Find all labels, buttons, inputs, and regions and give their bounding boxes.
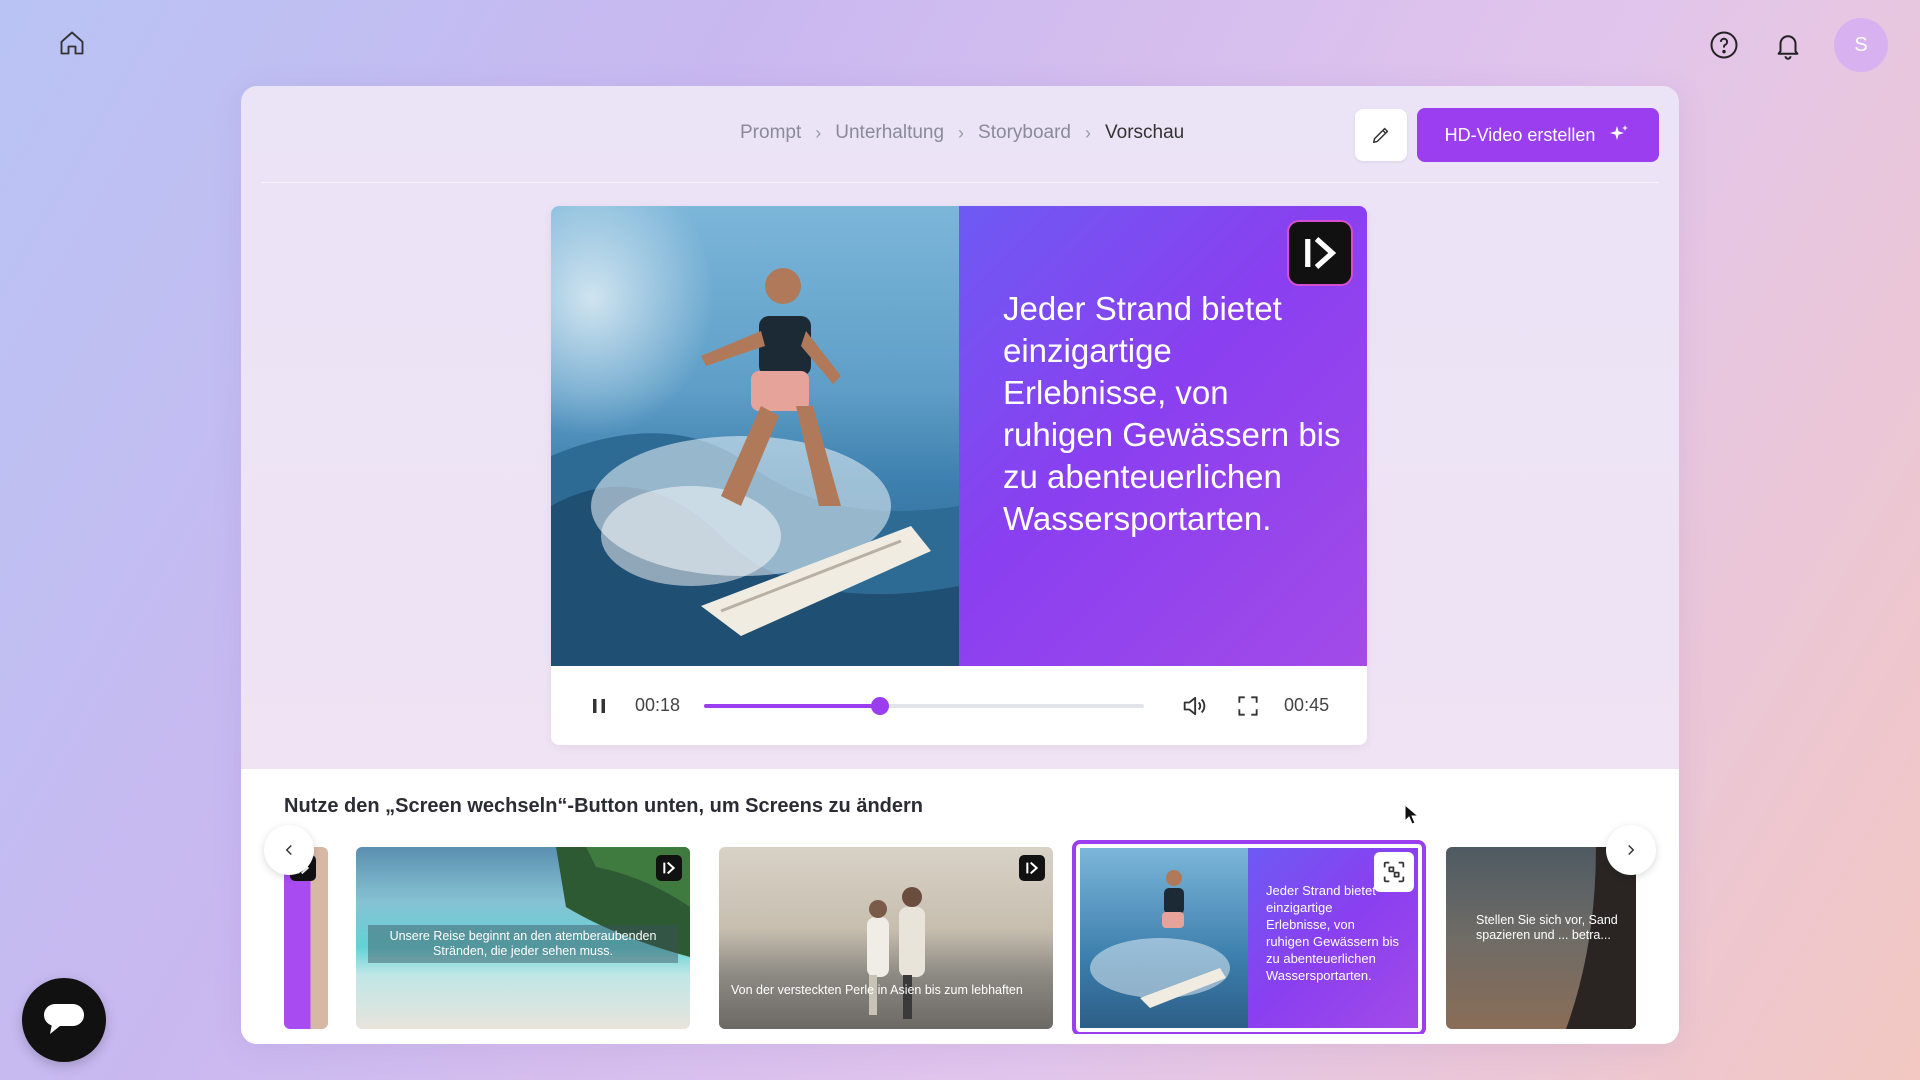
- volume-button[interactable]: [1176, 688, 1212, 724]
- surfer-thumbnail-image: [1080, 848, 1248, 1028]
- top-right-actions: S: [1706, 18, 1888, 72]
- preview-panel: Prompt › Unterhaltung › Storyboard › Vor…: [241, 86, 1679, 1044]
- screen-thumbnail[interactable]: Von der versteckten Perle in Asien bis z…: [719, 847, 1053, 1029]
- pause-button[interactable]: [581, 688, 617, 724]
- screen-thumbnail-selected[interactable]: Jeder Strand bietet einzigartige Erlebni…: [1072, 840, 1426, 1034]
- chat-bubble-icon: [44, 1004, 84, 1034]
- mouse-cursor-icon: [1404, 804, 1420, 825]
- video-frame[interactable]: Jeder Strand bietet einzigartige Erlebni…: [551, 206, 1367, 666]
- breadcrumb-vorschau: Vorschau: [1105, 122, 1185, 143]
- video-player[interactable]: Jeder Strand bietet einzigartige Erlebni…: [551, 206, 1367, 745]
- video-caption: Jeder Strand bietet einzigartige Erlebni…: [1003, 290, 1341, 537]
- brand-logo-icon: [1019, 855, 1045, 881]
- screen-caption: Von der versteckten Perle in Asien bis z…: [731, 983, 1023, 997]
- chevron-left-icon: [285, 844, 292, 856]
- pause-icon: [593, 698, 605, 713]
- breadcrumb: Prompt › Unterhaltung › Storyboard › Vor…: [740, 122, 1184, 144]
- hd-button-label: HD-Video erstellen: [1444, 124, 1596, 145]
- home-icon: [60, 31, 84, 55]
- divider: [261, 182, 1659, 183]
- help-circle-icon: [1710, 31, 1738, 59]
- video-controls: 00:18 00:45: [551, 666, 1367, 745]
- fullscreen-icon: [1238, 695, 1258, 716]
- progress-knob[interactable]: [871, 696, 890, 715]
- edit-button[interactable]: [1355, 109, 1407, 161]
- swap-screen-icon: [1383, 861, 1405, 883]
- brand-logo-icon: [1287, 220, 1353, 286]
- next-screen-button[interactable]: [1606, 825, 1656, 875]
- avatar[interactable]: S: [1834, 18, 1888, 72]
- screen-caption: Unsere Reise beginnt an den atemberauben…: [368, 925, 678, 963]
- progress-slider[interactable]: [704, 696, 1145, 715]
- screen-wechseln-button[interactable]: [1374, 852, 1414, 892]
- current-time: 00:18: [635, 695, 681, 715]
- breadcrumb-prompt[interactable]: Prompt: [740, 122, 801, 144]
- chevron-right-icon: ›: [1085, 122, 1091, 143]
- screens-instruction: Nutze den „Screen wechseln“-Button unten…: [284, 795, 923, 817]
- create-hd-video-button[interactable]: HD-Video erstellen: [1417, 108, 1659, 162]
- chevron-right-icon: ›: [958, 122, 965, 143]
- previous-screen-button[interactable]: [264, 825, 314, 875]
- screen-caption: Stellen Sie sich vor, Sand spazieren und…: [1476, 913, 1618, 942]
- chat-button[interactable]: [22, 978, 106, 1062]
- progress-fill: [704, 703, 881, 708]
- home-button[interactable]: [52, 26, 92, 60]
- breadcrumb-storyboard[interactable]: Storyboard: [978, 122, 1071, 144]
- sparkle-icon: [1610, 125, 1629, 140]
- bell-icon: [1777, 35, 1799, 60]
- duration: 00:45: [1284, 695, 1330, 715]
- volume-icon: [1183, 696, 1206, 715]
- screen-thumbnail[interactable]: Unsere Reise beginnt an den atemberauben…: [356, 847, 690, 1029]
- brand-logo-icon: [656, 855, 682, 881]
- screen-caption: Jeder Strand bietet einzigartige Erlebni…: [1266, 883, 1399, 983]
- screens-section: Nutze den „Screen wechseln“-Button unten…: [241, 769, 1679, 1044]
- breadcrumb-unterhaltung[interactable]: Unterhaltung: [835, 122, 944, 144]
- notifications-button[interactable]: [1770, 27, 1806, 63]
- help-button[interactable]: [1706, 27, 1742, 63]
- fullscreen-button[interactable]: [1230, 688, 1266, 724]
- caption-panel: Jeder Strand bietet einzigartige Erlebni…: [959, 206, 1367, 666]
- chevron-right-icon: ›: [815, 122, 822, 143]
- screens-strip[interactable]: Unsere Reise beginnt an den atemberauben…: [284, 839, 1636, 1034]
- pencil-icon: [1372, 127, 1389, 144]
- chevron-right-icon: [1628, 844, 1635, 856]
- surfer-image: [551, 206, 959, 666]
- screen-thumbnail[interactable]: Stellen Sie sich vor, Sand spazieren und…: [1446, 847, 1636, 1029]
